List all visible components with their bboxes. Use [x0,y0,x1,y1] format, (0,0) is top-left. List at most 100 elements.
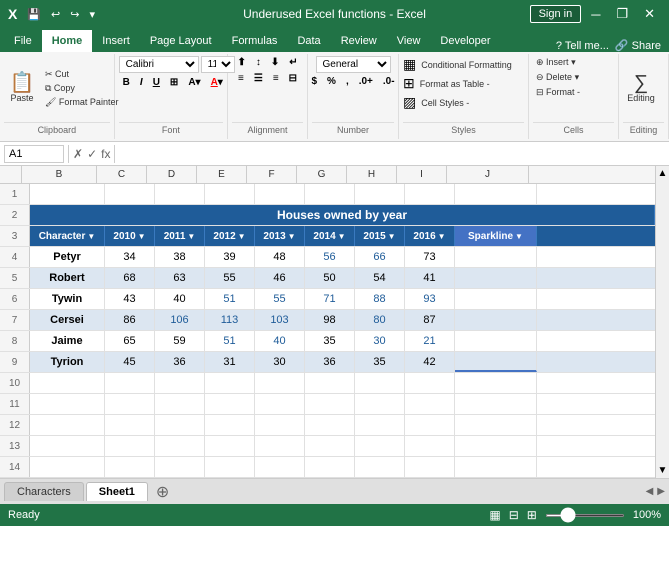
cell-petyr-2016[interactable]: 73 [405,247,455,267]
cell-b13[interactable] [30,436,105,456]
align-center-button[interactable]: ☰ [250,72,267,85]
2014-col-filter[interactable]: ▼ [338,232,346,241]
col-header-b[interactable]: B [22,166,97,183]
cell-robert-2012[interactable]: 55 [205,268,255,288]
cell-petyr-2014[interactable]: 56 [305,247,355,267]
col-header-g[interactable]: G [297,166,347,183]
cell-b10[interactable] [30,373,105,393]
cell-cersei-2014[interactable]: 98 [305,310,355,330]
cell-b11[interactable] [30,394,105,414]
cancel-formula-icon[interactable]: ✗ [73,147,83,161]
cell-h14[interactable] [355,457,405,477]
font-color-button[interactable]: A▾ [207,76,227,89]
increase-decimal-button[interactable]: .0+ [355,75,377,88]
cell-name-robert[interactable]: Robert [30,268,105,288]
percent-button[interactable]: % [323,75,340,88]
cell-e12[interactable] [205,415,255,435]
cell-jaime-2013[interactable]: 40 [255,331,305,351]
format-painter-button[interactable]: 🖌 Format Painter [42,96,121,109]
undo-icon[interactable]: ↩ [47,7,64,22]
cell-e10[interactable] [205,373,255,393]
header-2012[interactable]: 2012▼ [205,226,255,246]
sparkline-col-filter[interactable]: ▼ [515,232,523,241]
cell-cersei-2015[interactable]: 80 [355,310,405,330]
col-header-j[interactable]: J [447,166,529,183]
insert-function-icon[interactable]: fx [101,147,110,161]
border-button[interactable]: ⊞ [166,76,182,89]
format-as-table-button[interactable]: Format as Table - [417,78,493,90]
cell-petyr-2010[interactable]: 34 [105,247,155,267]
zoom-slider[interactable] [545,514,625,517]
cell-h13[interactable] [355,436,405,456]
cell-tywin-2010[interactable]: 43 [105,289,155,309]
cell-name-jaime[interactable]: Jaime [30,331,105,351]
tab-insert[interactable]: Insert [92,30,140,52]
cell-jaime-2014[interactable]: 35 [305,331,355,351]
editing-button[interactable]: ∑ Editing [623,58,659,118]
cell-robert-2013[interactable]: 46 [255,268,305,288]
sheet-tab-sheet1[interactable]: Sheet1 [86,482,148,501]
cell-tyrion-2016[interactable]: 42 [405,352,455,372]
tab-review[interactable]: Review [331,30,387,52]
decrease-decimal-button[interactable]: .0- [379,75,399,88]
tab-home[interactable]: Home [42,30,93,52]
cell-tywin-2015[interactable]: 88 [355,289,405,309]
cell-c12[interactable] [105,415,155,435]
character-col-filter[interactable]: ▼ [87,232,95,241]
cell-tyrion-sparkline[interactable] [455,352,537,372]
2013-col-filter[interactable]: ▼ [288,232,296,241]
cell-c11[interactable] [105,394,155,414]
header-2013[interactable]: 2013▼ [255,226,305,246]
2015-col-filter[interactable]: ▼ [388,232,396,241]
cell-tywin-2011[interactable]: 40 [155,289,205,309]
cell-tywin-sparkline[interactable] [455,289,537,309]
cell-g10[interactable] [305,373,355,393]
col-header-e[interactable]: E [197,166,247,183]
cell-tywin-2012[interactable]: 51 [205,289,255,309]
cell-j12[interactable] [455,415,537,435]
cell-robert-2010[interactable]: 68 [105,268,155,288]
format-button[interactable]: ⊟ Format - [533,86,583,99]
cell-e1[interactable] [205,184,255,204]
cell-e13[interactable] [205,436,255,456]
2010-col-filter[interactable]: ▼ [138,232,146,241]
tab-page-layout[interactable]: Page Layout [140,30,222,52]
customize-qa-icon[interactable]: ▾ [85,7,99,22]
cell-styles-button[interactable]: Cell Styles - [418,97,472,109]
cell-name-tyrion[interactable]: Tyrion [30,352,105,372]
cell-jaime-2011[interactable]: 59 [155,331,205,351]
tab-file[interactable]: File [4,30,42,52]
cell-j14[interactable] [455,457,537,477]
cell-jaime-2016[interactable]: 21 [405,331,455,351]
cell-j11[interactable] [455,394,537,414]
cell-petyr-2013[interactable]: 48 [255,247,305,267]
cell-name-petyr[interactable]: Petyr [30,247,105,267]
comma-button[interactable]: , [342,75,353,88]
close-button[interactable]: ✕ [638,4,661,24]
cell-tyrion-2013[interactable]: 30 [255,352,305,372]
scroll-up-button[interactable]: ▲ [656,166,669,181]
header-2011[interactable]: 2011▼ [155,226,205,246]
cell-cersei-2016[interactable]: 87 [405,310,455,330]
insert-button[interactable]: ⊕ Insert ▾ [533,56,579,69]
header-2016[interactable]: 2016▼ [405,226,455,246]
2016-col-filter[interactable]: ▼ [438,232,446,241]
cell-robert-2014[interactable]: 50 [305,268,355,288]
cell-tywin-2013[interactable]: 55 [255,289,305,309]
tell-me-box[interactable]: ? Tell me... [556,40,609,52]
header-character[interactable]: Character▼ [30,226,105,246]
cell-petyr-sparkline[interactable] [455,247,537,267]
cell-c14[interactable] [105,457,155,477]
wrap-text-button[interactable]: ↵ [285,56,301,69]
cell-j13[interactable] [455,436,537,456]
col-header-c[interactable]: C [97,166,147,183]
tab-developer[interactable]: Developer [430,30,500,52]
cell-g13[interactable] [305,436,355,456]
merge-button[interactable]: ⊟ [285,72,301,85]
cell-cersei-sparkline[interactable] [455,310,537,330]
cell-d14[interactable] [155,457,205,477]
cell-robert-sparkline[interactable] [455,268,537,288]
cell-i12[interactable] [405,415,455,435]
align-middle-button[interactable]: ↕ [252,56,265,69]
cell-f1[interactable] [255,184,305,204]
